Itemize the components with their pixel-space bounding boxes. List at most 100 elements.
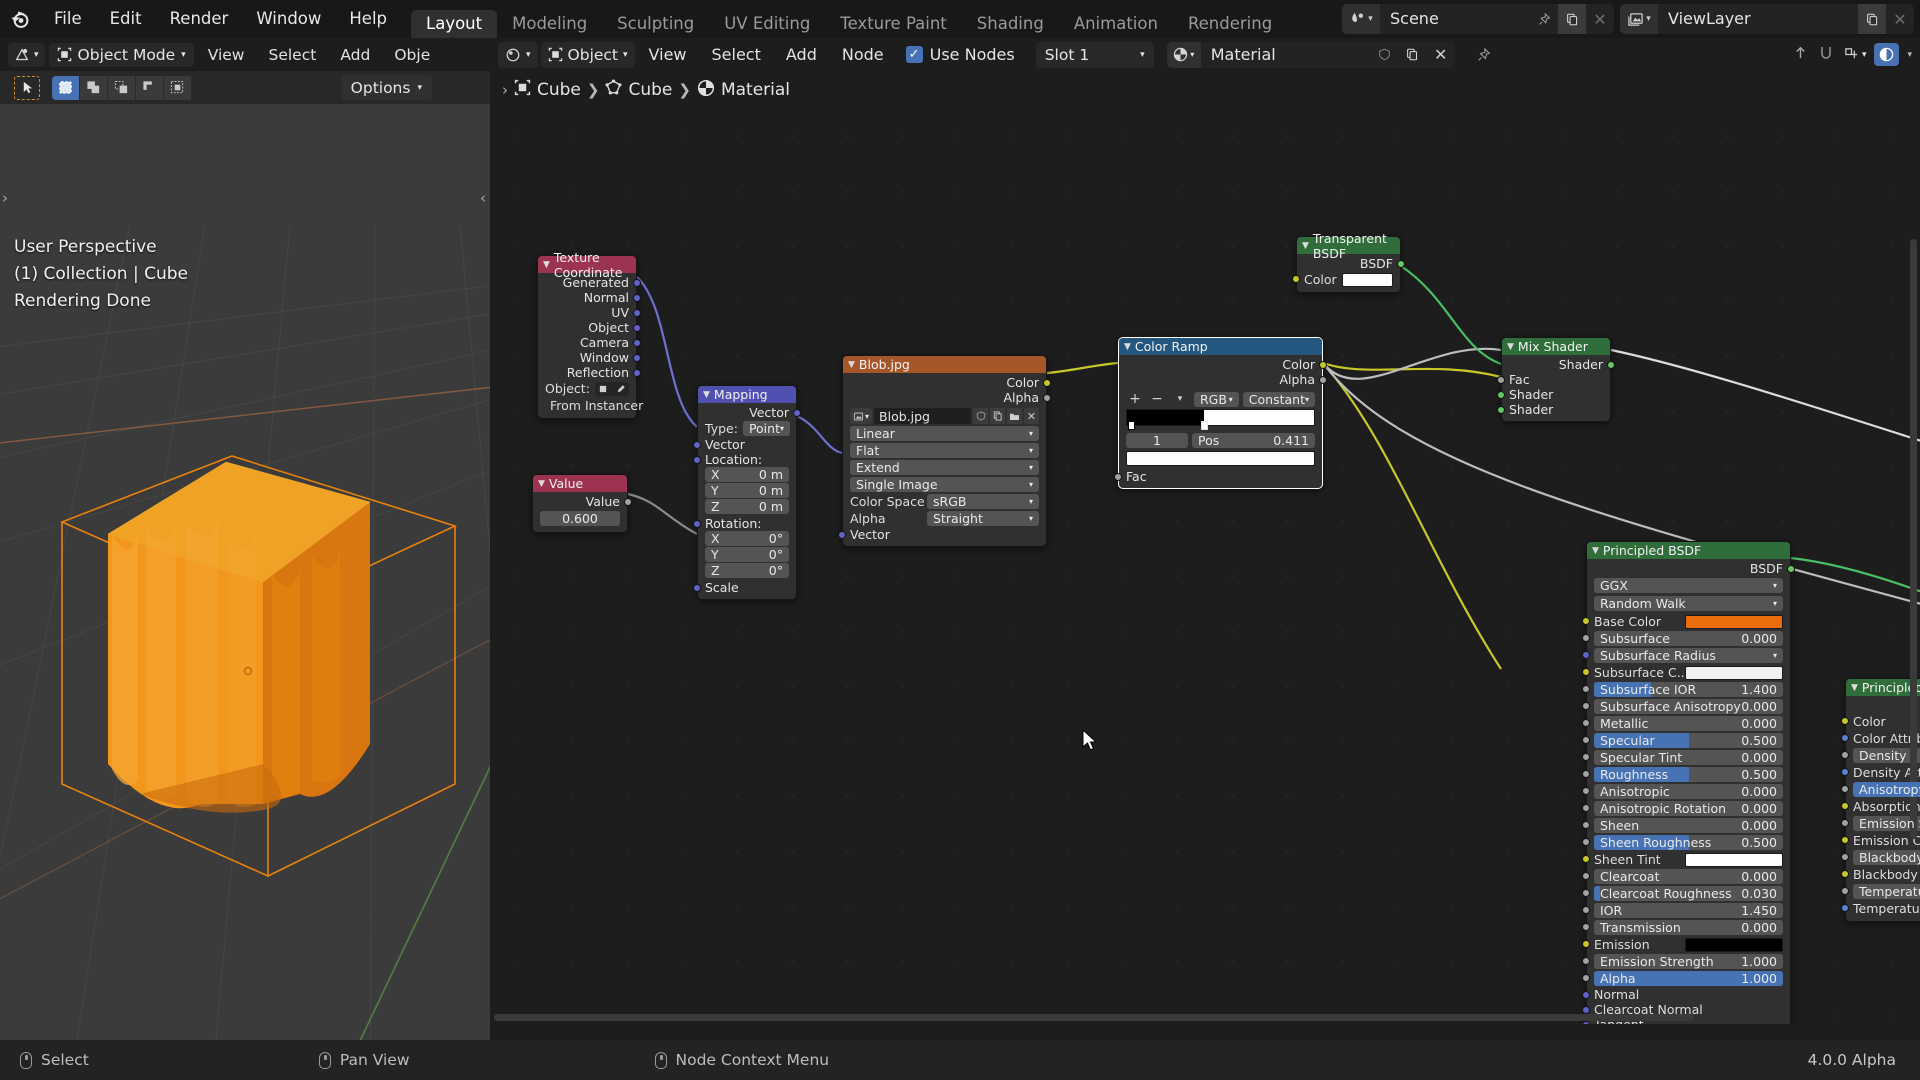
socket-roughness[interactable]: [1582, 770, 1590, 778]
slider-subsurface[interactable]: Subsurface 0.000: [1594, 631, 1783, 646]
slider-emission-strength[interactable]: Emission Strength 1.000: [1594, 954, 1783, 969]
workspace-tab-uv-editing[interactable]: UV Editing: [709, 10, 825, 38]
socket-temperature[interactable]: [1841, 904, 1849, 912]
ramp-interpolation-dropdown[interactable]: Constant ▾: [1242, 391, 1315, 407]
socket-ior[interactable]: [1582, 906, 1590, 914]
socket-bsdf-out[interactable]: [1787, 564, 1795, 573]
add-stop-icon[interactable]: +: [1126, 391, 1144, 407]
colorspace-row[interactable]: Color Space sRGB ▾: [843, 493, 1046, 510]
output-socket-row[interactable]: Color: [843, 375, 1051, 390]
material-slot-selector[interactable]: Slot 1 ▾: [1035, 41, 1154, 68]
tweak-tool-icon[interactable]: [14, 75, 40, 100]
slider-sheen-roughness[interactable]: Sheen Roughness 0.500: [1594, 835, 1783, 850]
socket-color-attribute[interactable]: [1841, 734, 1849, 742]
socket-object[interactable]: [633, 323, 641, 332]
image-new-icon[interactable]: [990, 408, 1005, 424]
input-socket-row[interactable]: Shader: [1497, 387, 1610, 402]
viewport-menu-add[interactable]: Add: [330, 46, 380, 64]
type-dropdown[interactable]: Point ▾: [742, 421, 790, 436]
property-row-blackbody-intensity[interactable]: Blackbody Intensity0.000: [1841, 849, 1920, 866]
projection-row[interactable]: Flat ▾: [843, 442, 1046, 459]
property-row-blackbody-tint[interactable]: Blackbody Tint: [1841, 866, 1920, 883]
socket-value-out[interactable]: [624, 497, 632, 506]
output-socket-row[interactable]: Value: [533, 494, 632, 509]
snap-icon[interactable]: [1817, 44, 1835, 66]
output-socket-row[interactable]: Alpha: [1119, 372, 1327, 387]
socket-transmission[interactable]: [1582, 923, 1590, 931]
node-header[interactable]: ▼ Value: [533, 475, 627, 492]
go-to-parent-icon[interactable]: [1792, 44, 1809, 65]
chevron-down-icon[interactable]: ▼: [848, 360, 855, 370]
input-socket-row[interactable]: Vector: [693, 437, 796, 452]
node-header[interactable]: ▼ Principled BSDF: [1587, 542, 1790, 559]
node-header[interactable]: ▼ Texture Coordinate: [538, 250, 636, 280]
workspace-tab-layout[interactable]: Layout: [411, 10, 498, 38]
material-fake-user-icon[interactable]: [1371, 42, 1399, 68]
blender-logo-icon[interactable]: [0, 0, 40, 38]
socket-shader-in-2[interactable]: [1497, 405, 1505, 414]
socket-shader-out[interactable]: [1607, 360, 1615, 369]
material-new-icon[interactable]: [1399, 42, 1427, 68]
node-header[interactable]: ▼ Mix Shader: [1502, 338, 1610, 355]
socket-sheen-tint[interactable]: [1582, 855, 1590, 863]
property-row-emission[interactable]: Emission: [1582, 936, 1790, 953]
socket-color-out[interactable]: [1319, 360, 1327, 369]
node-header[interactable]: ▼ Color Ramp: [1119, 338, 1322, 355]
interpolation-row[interactable]: Linear ▾: [843, 425, 1046, 442]
scene-icon[interactable]: ▾: [1342, 4, 1380, 34]
socket-location[interactable]: [693, 455, 701, 464]
socket-color-in[interactable]: [1292, 275, 1300, 283]
select-set-icon[interactable]: [52, 75, 80, 100]
vector-input-row[interactable]: Vector: [838, 527, 1046, 542]
output-socket-row[interactable]: Alpha: [843, 390, 1051, 405]
projection-dropdown[interactable]: Flat ▾: [850, 443, 1039, 458]
rotation-z-field[interactable]: Z 0°: [705, 563, 789, 578]
slider-transmission[interactable]: Transmission 0.000: [1594, 920, 1783, 935]
object-mode-selector[interactable]: Object Mode ▾: [48, 42, 194, 67]
node-principled-bsdf[interactable]: ▼ Principled BSDF BSDF GGX ▾ Random Walk ▾…: [1582, 541, 1795, 1024]
ramp-index-field[interactable]: 1: [1126, 433, 1188, 448]
slider-blackbody-intensity[interactable]: Blackbody Intensity0.000: [1853, 850, 1920, 865]
alpha-mode-dropdown[interactable]: Straight ▾: [927, 511, 1039, 526]
slider-specular[interactable]: Specular 0.500: [1594, 733, 1783, 748]
eyedropper-icon[interactable]: [616, 384, 626, 394]
property-row-alpha[interactable]: Alpha 1.000: [1582, 970, 1790, 987]
node-canvas[interactable]: ▼ Texture Coordinate Generated Normal UV…: [490, 109, 1920, 1024]
object-picker-icon[interactable]: [598, 384, 608, 394]
input-socket-row[interactable]: Shader: [1497, 402, 1610, 417]
output-socket-row[interactable]: BSDF: [1297, 256, 1405, 271]
color-row[interactable]: Color: [1292, 271, 1400, 288]
shader-pin-icon[interactable]: [1470, 40, 1498, 70]
material-name[interactable]: Material: [1200, 41, 1371, 68]
output-socket-row[interactable]: Volume: [1846, 698, 1920, 713]
breadcrumb-item-mesh[interactable]: Cube: [628, 80, 672, 100]
property-row-anisotropy[interactable]: Anisotropy0.000: [1841, 781, 1920, 798]
property-row-subsurface-radius[interactable]: Subsurface Radius ▾: [1582, 647, 1790, 664]
interpolation-dropdown[interactable]: Linear ▾: [850, 426, 1039, 441]
ramp-stop-1[interactable]: [1201, 421, 1208, 430]
workspace-tab-shading[interactable]: Shading: [962, 10, 1059, 38]
socket-sheen[interactable]: [1582, 821, 1590, 829]
menu-window[interactable]: Window: [242, 0, 335, 38]
ramp-pos-field[interactable]: Pos 0.411: [1192, 433, 1315, 448]
menu-edit[interactable]: Edit: [96, 0, 156, 38]
snap-settings-icon[interactable]: ▾: [1843, 46, 1866, 63]
property-row-specular-tint[interactable]: Specular Tint 0.000: [1582, 749, 1790, 766]
viewport-menu-select[interactable]: Select: [259, 46, 327, 64]
socket-bsdf-out[interactable]: [1397, 259, 1405, 268]
breadcrumb-expand-icon[interactable]: ›: [496, 81, 508, 99]
socket-fac-in[interactable]: [1114, 472, 1122, 481]
viewport-menu-view[interactable]: View: [198, 46, 255, 64]
viewlayer-new-icon[interactable]: [1858, 4, 1886, 34]
socket-metallic[interactable]: [1582, 719, 1590, 727]
remove-stop-icon[interactable]: −: [1148, 391, 1166, 407]
image-unlink-icon[interactable]: ✕: [1024, 408, 1039, 424]
shader-menu-node[interactable]: Node: [831, 45, 895, 64]
socket-alpha-out[interactable]: [1319, 375, 1327, 384]
slider-anisotropic-rotation[interactable]: Anisotropic Rotation 0.000: [1594, 801, 1783, 816]
slider-clearcoat-roughness[interactable]: Clearcoat Roughness 0.030: [1594, 886, 1783, 901]
property-row-color-attribute[interactable]: Color Attribute: [1841, 730, 1920, 747]
horizontal-scrollbar[interactable]: [494, 1014, 1694, 1021]
slider-clearcoat[interactable]: Clearcoat 0.000: [1594, 869, 1783, 884]
socket-alpha-out[interactable]: [1043, 393, 1051, 402]
